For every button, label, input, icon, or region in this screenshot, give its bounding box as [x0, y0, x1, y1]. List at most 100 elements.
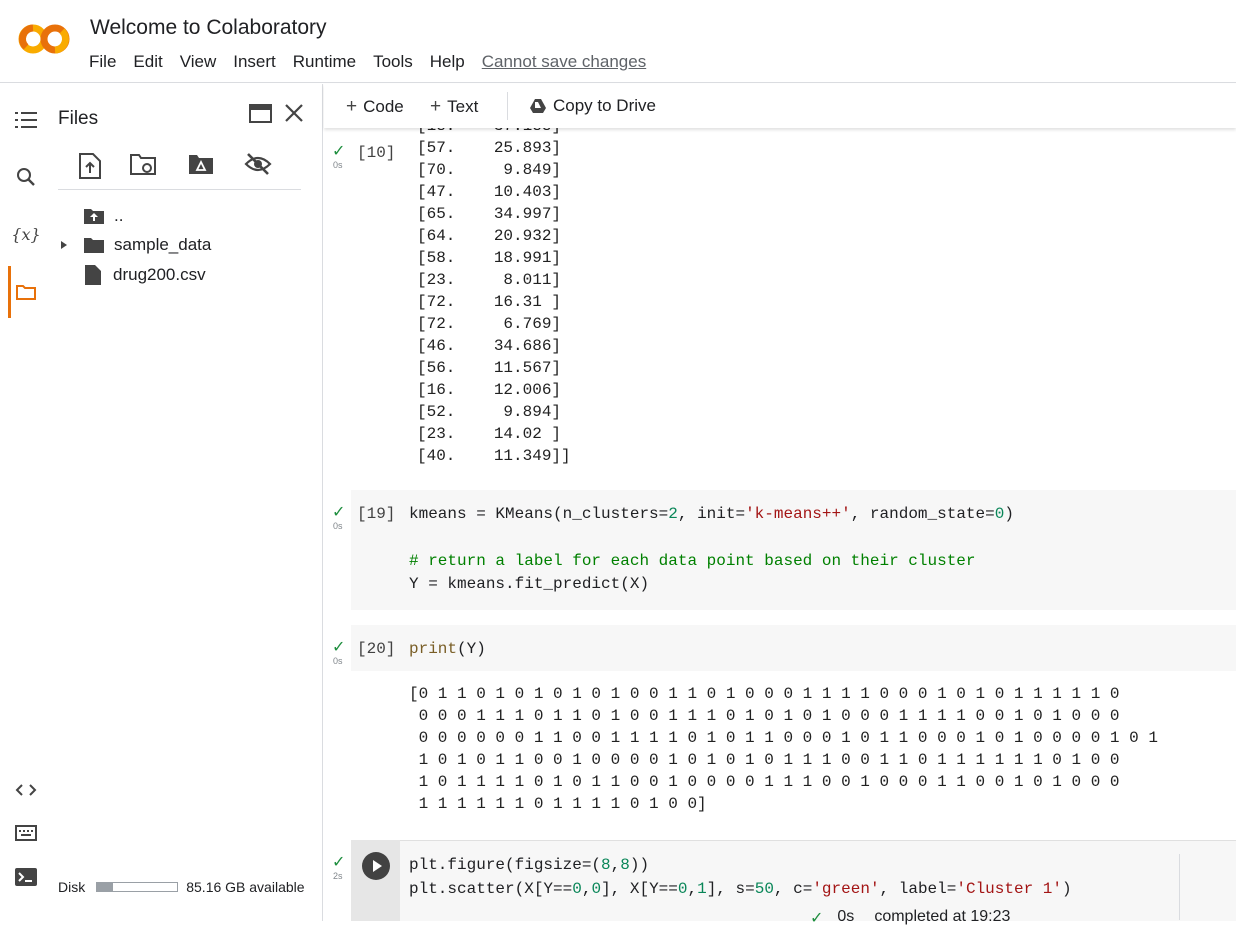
output-line: [56. 11.567]	[417, 359, 562, 377]
disk-available: 85.16 GB available	[186, 879, 305, 895]
play-icon	[373, 860, 382, 872]
cell-duration: 0s	[333, 160, 343, 170]
copy-to-drive-button[interactable]: Copy to Drive	[529, 96, 656, 116]
status-bar: ✓ 0s completed at 19:23	[810, 908, 1010, 928]
execution-count: [10]	[357, 144, 396, 162]
cell-duration: 0s	[333, 521, 343, 531]
tree-item-parent[interactable]: ..	[83, 206, 123, 226]
tree-item-label: ..	[114, 206, 124, 225]
files-panel-title: Files	[58, 108, 99, 129]
output-line: [46. 34.686]	[417, 337, 562, 355]
search-icon[interactable]	[14, 165, 38, 189]
code-line[interactable]: print(Y)	[409, 638, 486, 660]
mount-drive-icon[interactable]	[187, 152, 215, 180]
status-text: completed at 19:23	[874, 908, 1011, 925]
refresh-folder-icon[interactable]	[129, 152, 157, 180]
code-comment[interactable]: # return a label for each data point bas…	[409, 550, 976, 572]
close-panel-icon[interactable]	[284, 103, 304, 128]
notebook-toolbar: + Code + Text Copy to Drive	[324, 84, 1236, 128]
menu-insert[interactable]: Insert	[233, 52, 276, 72]
success-check-icon: ✓	[332, 854, 346, 871]
colab-logo-icon	[18, 24, 70, 54]
output-line: [16. 12.006]	[417, 381, 562, 399]
command-palette-icon[interactable]	[14, 821, 38, 845]
cannot-save-link[interactable]: Cannot save changes	[482, 52, 646, 72]
colab-logo[interactable]	[18, 22, 70, 56]
output-line: 1 0 1 1 1 1 0 1 0 1 1 0 0 1 0 0 0 0 1 1 …	[409, 773, 1120, 791]
plus-icon: +	[430, 96, 442, 117]
add-code-button[interactable]: + Code	[346, 96, 404, 118]
tree-item-label: drug200.csv	[113, 265, 206, 284]
disk-usage-fill	[97, 883, 114, 891]
variables-icon[interactable]: {x}	[11, 222, 40, 246]
output-line: 0 0 0 0 0 0 1 1 0 0 1 1 1 1 0 1 0 1 1 0 …	[409, 729, 1158, 747]
drive-icon	[530, 99, 546, 113]
code-line[interactable]: kmeans = KMeans(n_clusters=2, init='k-me…	[409, 503, 1014, 525]
menu-help[interactable]: Help	[430, 52, 465, 72]
code-line[interactable]: Y = kmeans.fit_predict(X)	[409, 573, 649, 595]
output-line: [70. 9.849]	[417, 161, 562, 179]
menu-file[interactable]: File	[89, 52, 116, 72]
output-line: [72. 6.769]	[417, 315, 562, 333]
files-toolbar	[58, 150, 301, 190]
run-cell-button[interactable]	[362, 852, 390, 880]
menu-bar: File Edit View Insert Runtime Tools Help…	[89, 52, 663, 72]
files-folder-icon[interactable]	[14, 280, 38, 304]
code-line[interactable]: plt.scatter(X[Y==0,0], X[Y==0,1], s=50, …	[409, 878, 1072, 900]
status-time: 0s	[837, 908, 855, 925]
add-text-button[interactable]: + Text	[430, 96, 478, 118]
toolbar-divider	[507, 92, 508, 120]
menu-tools[interactable]: Tools	[373, 52, 413, 72]
execution-count: [19]	[357, 505, 396, 523]
success-check-icon: ✓	[332, 504, 346, 521]
menu-edit[interactable]: Edit	[133, 52, 162, 72]
disk-usage-bar	[96, 882, 179, 892]
file-icon	[85, 265, 101, 285]
output-line: [0 1 1 0 1 0 1 0 1 0 1 0 0 1 1 0 1 0 0 0…	[409, 685, 1120, 703]
output-line: 1 1 1 1 1 1 0 1 1 1 1 0 1 0 0]	[409, 795, 707, 813]
output-line: [58. 18.991]	[417, 249, 562, 267]
app-header: Welcome to Colaboratory File Edit View I…	[0, 0, 1236, 83]
code-snippets-icon[interactable]	[14, 778, 38, 802]
output-line: [57. 25.893]	[417, 139, 562, 157]
cell-duration: 2s	[333, 871, 343, 881]
upload-file-icon[interactable]	[78, 152, 106, 180]
notebook-title[interactable]: Welcome to Colaboratory	[90, 16, 327, 40]
tree-item-drug200[interactable]: drug200.csv	[85, 265, 206, 285]
open-in-tab-icon[interactable]	[249, 104, 272, 128]
output-line: 1 0 1 0 1 1 0 0 1 0 0 0 0 1 0 1 0 1 0 1 …	[409, 751, 1120, 769]
tree-item-sample-data[interactable]: sample_data	[59, 235, 211, 255]
output-line: [23. 8.011]	[417, 271, 562, 289]
disk-label: Disk	[58, 879, 86, 895]
cell-duration: 0s	[333, 656, 343, 666]
cell-output: [0 1 1 0 1 0 1 0 1 0 1 0 0 1 1 0 1 0 0 0…	[409, 683, 1158, 815]
active-indicator	[8, 266, 11, 318]
cell-divider	[1179, 854, 1180, 920]
menu-runtime[interactable]: Runtime	[293, 52, 356, 72]
notebook-area: ✓ 0s [10] [18. 37.188] [57. 25.893] [70. 9…	[324, 128, 1236, 921]
output-line: [52. 9.894]	[417, 403, 562, 421]
hide-files-icon[interactable]	[244, 152, 272, 180]
success-check-icon: ✓	[332, 639, 346, 656]
output-line: [23. 14.02 ]	[417, 425, 562, 443]
output-line: [47. 10.403]	[417, 183, 562, 201]
folder-up-icon	[84, 209, 104, 224]
execution-count: [20]	[357, 640, 396, 658]
success-check-icon: ✓	[332, 143, 346, 160]
output-line: [72. 16.31 ]	[417, 293, 562, 311]
tree-item-label: sample_data	[114, 235, 212, 254]
output-line: [65. 34.997]	[417, 205, 562, 223]
terminal-icon[interactable]	[14, 865, 38, 889]
files-panel: Files .. sample_data drug200.csv Disk 85…	[50, 84, 323, 921]
code-line[interactable]: plt.figure(figsize=(8,8))	[409, 854, 649, 876]
output-line: 0 0 0 1 1 1 0 1 1 0 1 0 0 1 1 1 0 1 0 1 …	[409, 707, 1120, 725]
folder-icon	[84, 238, 104, 253]
disk-usage: Disk 85.16 GB available	[58, 879, 305, 895]
left-rail: {x}	[0, 84, 50, 921]
status-check-icon: ✓	[810, 910, 824, 927]
table-of-contents-icon[interactable]	[14, 108, 38, 132]
menu-view[interactable]: View	[180, 52, 217, 72]
output-line: [18. 37.188]	[417, 128, 571, 137]
caret-right-icon[interactable]	[59, 240, 69, 250]
output-line: [40. 11.349]]	[417, 447, 571, 465]
